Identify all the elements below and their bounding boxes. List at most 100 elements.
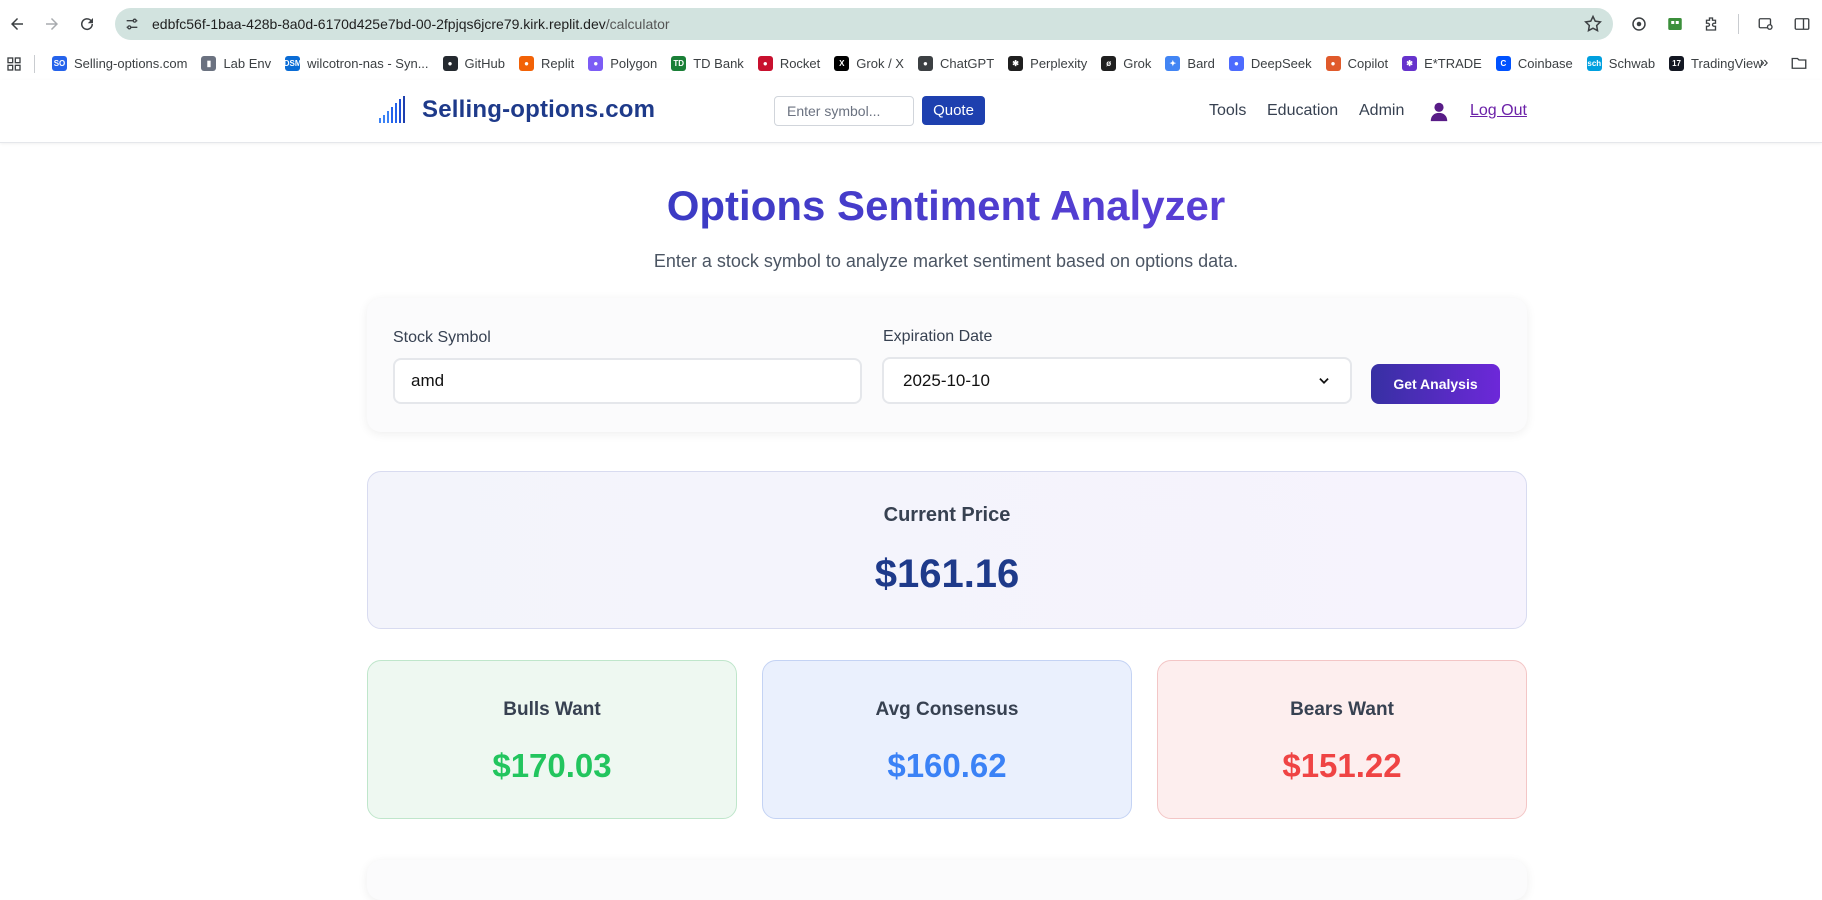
side-panel-icon[interactable] [1791,13,1813,35]
bookmark-label: Bard [1187,56,1215,71]
extension-green-icon[interactable] [1664,13,1686,35]
bookmark-favicon-icon: ✦ [1165,56,1181,71]
bookmark-label: Schwab [1608,56,1656,71]
bookmark-favicon-icon: ● [442,56,458,71]
stock-symbol-input[interactable] [393,358,862,404]
site-info-icon[interactable] [120,12,144,36]
bar-chart-logo-icon [379,96,405,123]
bookmark-favicon-icon: ø [1101,56,1117,71]
bookmark-favicon-icon: X [834,56,850,71]
bookmark-favicon-icon: ● [519,56,534,71]
get-analysis-button[interactable]: Get Analysis [1371,364,1500,404]
expiration-date-select[interactable]: 2025-10-10 [882,357,1352,404]
back-icon[interactable] [2,9,32,39]
next-section-card [367,860,1527,900]
bulls-want-card: Bulls Want $170.03 [367,660,737,819]
current-price-label: Current Price [883,504,1011,526]
bookmark-label: Rocket [779,56,821,71]
bookmarks-bar: SO Selling-options.com ▮ Lab Env DSM wilcotro… [0,47,1822,80]
browser-toolbar: edbfc56f-1baa-428b-8a0d-6170d425e7bd-00-… [0,0,1822,47]
avg-consensus-label: Avg Consensus [875,699,1019,720]
bookmark-favicon-icon: 17 [1669,56,1685,71]
bookmark-favicon-icon: ● [1228,56,1244,71]
page: Selling-options.com Quote Tools Educatio… [0,80,1822,900]
apps-grid-icon[interactable] [0,52,28,76]
bears-want-label: Bears Want [1290,699,1394,720]
bookmark-favicon-icon: SO [52,56,67,71]
bookmark-item[interactable]: ● Polygon [581,51,664,77]
bookmark-favicon-icon: ● [588,56,604,71]
bookmark-label: Copilot [1347,56,1389,71]
bookmark-item[interactable]: TD TD Bank [664,51,751,77]
tab-search-icon[interactable] [1755,13,1777,35]
bookmark-item[interactable]: ● DeepSeek [1222,51,1319,77]
header-symbol-input[interactable] [774,96,914,126]
chatgpt-extension-icon[interactable] [1628,13,1650,35]
url-host: edbfc56f-1baa-428b-8a0d-6170d425e7bd-00-… [152,16,606,32]
current-price-card: Current Price $161.16 [367,471,1527,629]
bookmark-favicon-icon: ● [917,56,933,71]
bookmark-favicon-icon: C [1495,56,1511,71]
forward-icon[interactable] [37,9,67,39]
user-icon[interactable] [1428,100,1450,122]
expiration-date-value: 2025-10-10 [903,370,990,390]
brand-name: Selling-options.com [422,96,656,123]
bookmark-label: ChatGPT [939,56,995,71]
reload-icon[interactable] [72,9,102,39]
more-bookmarks-icon[interactable]: » [1752,52,1776,74]
bookmark-item[interactable]: ✱ Perplexity [1001,51,1094,77]
bookmark-item[interactable]: ▮ Lab Env [194,51,278,77]
bookmark-label: Lab Env [223,56,272,71]
avg-consensus-card: Avg Consensus $160.62 [762,660,1132,819]
bookmark-item[interactable]: X Grok / X [827,51,911,77]
page-title: Options Sentiment Analyzer [0,182,1822,230]
extensions-puzzle-icon[interactable] [1700,13,1722,35]
bookmark-item[interactable]: ● Rocket [751,51,827,77]
expiration-label: Expiration Date [883,328,993,345]
toolbar-divider [1738,14,1739,34]
bookmark-item[interactable]: ● Replit [512,51,581,77]
bookmark-label: E*TRADE [1424,56,1482,71]
bookmark-item[interactable]: sch Schwab [1580,51,1662,77]
bookmark-favicon-icon: DSM [284,56,302,71]
bookmark-star-icon[interactable] [1583,14,1603,34]
bookmark-item[interactable]: ✱ E*TRADE [1395,51,1489,77]
bookmark-item[interactable]: ø Grok [1094,51,1158,77]
all-bookmarks-folder-icon[interactable] [1786,52,1812,74]
bookmarks-separator [34,54,35,73]
bookmark-favicon-icon: ✱ [1402,56,1418,71]
bookmark-label: Grok [1123,56,1152,71]
chevron-down-icon [1319,377,1329,384]
nav-admin[interactable]: Admin [1359,102,1404,120]
bears-want-card: Bears Want $151.22 [1157,660,1527,819]
current-price-value: $161.16 [874,552,1020,596]
logout-link[interactable]: Log Out [1470,102,1527,120]
bookmark-label: Selling-options.com [74,56,188,71]
site-header: Selling-options.com Quote Tools Educatio… [0,80,1822,143]
bookmark-label: TD Bank [693,56,744,71]
bookmark-item[interactable]: C Coinbase [1489,51,1580,77]
address-bar[interactable]: edbfc56f-1baa-428b-8a0d-6170d425e7bd-00-… [115,8,1613,40]
bookmark-item[interactable]: DSM wilcotron-nas - Syn... [278,51,435,77]
url-path: /calculator [605,16,670,32]
nav-tools[interactable]: Tools [1209,102,1246,120]
avg-consensus-value: $160.62 [887,747,1007,784]
bookmark-label: GitHub [464,56,505,71]
bookmark-item[interactable]: ✦ Bard [1158,51,1221,77]
bookmark-item[interactable]: ● ChatGPT [911,51,1001,77]
symbol-label: Stock Symbol [393,329,491,346]
bookmark-item[interactable]: ● Copilot [1319,51,1395,77]
bookmark-label: Grok / X [856,56,904,71]
bookmark-favicon-icon: TD [671,56,687,71]
page-title-text: Options Sentiment Analyzer [666,182,1226,229]
nav-education[interactable]: Education [1267,102,1338,120]
bookmark-item[interactable]: ● GitHub [436,51,512,77]
bears-want-value: $151.22 [1282,747,1402,784]
bookmark-item[interactable]: SO Selling-options.com [45,51,194,77]
bulls-want-value: $170.03 [492,747,612,784]
brand-logo[interactable]: Selling-options.com [378,96,655,124]
bookmark-label: Replit [541,56,575,71]
bookmark-favicon-icon: ● [1325,56,1341,71]
analysis-form: Stock Symbol Expiration Date 2025-10-10 … [367,298,1527,432]
quote-button[interactable]: Quote [922,96,985,125]
